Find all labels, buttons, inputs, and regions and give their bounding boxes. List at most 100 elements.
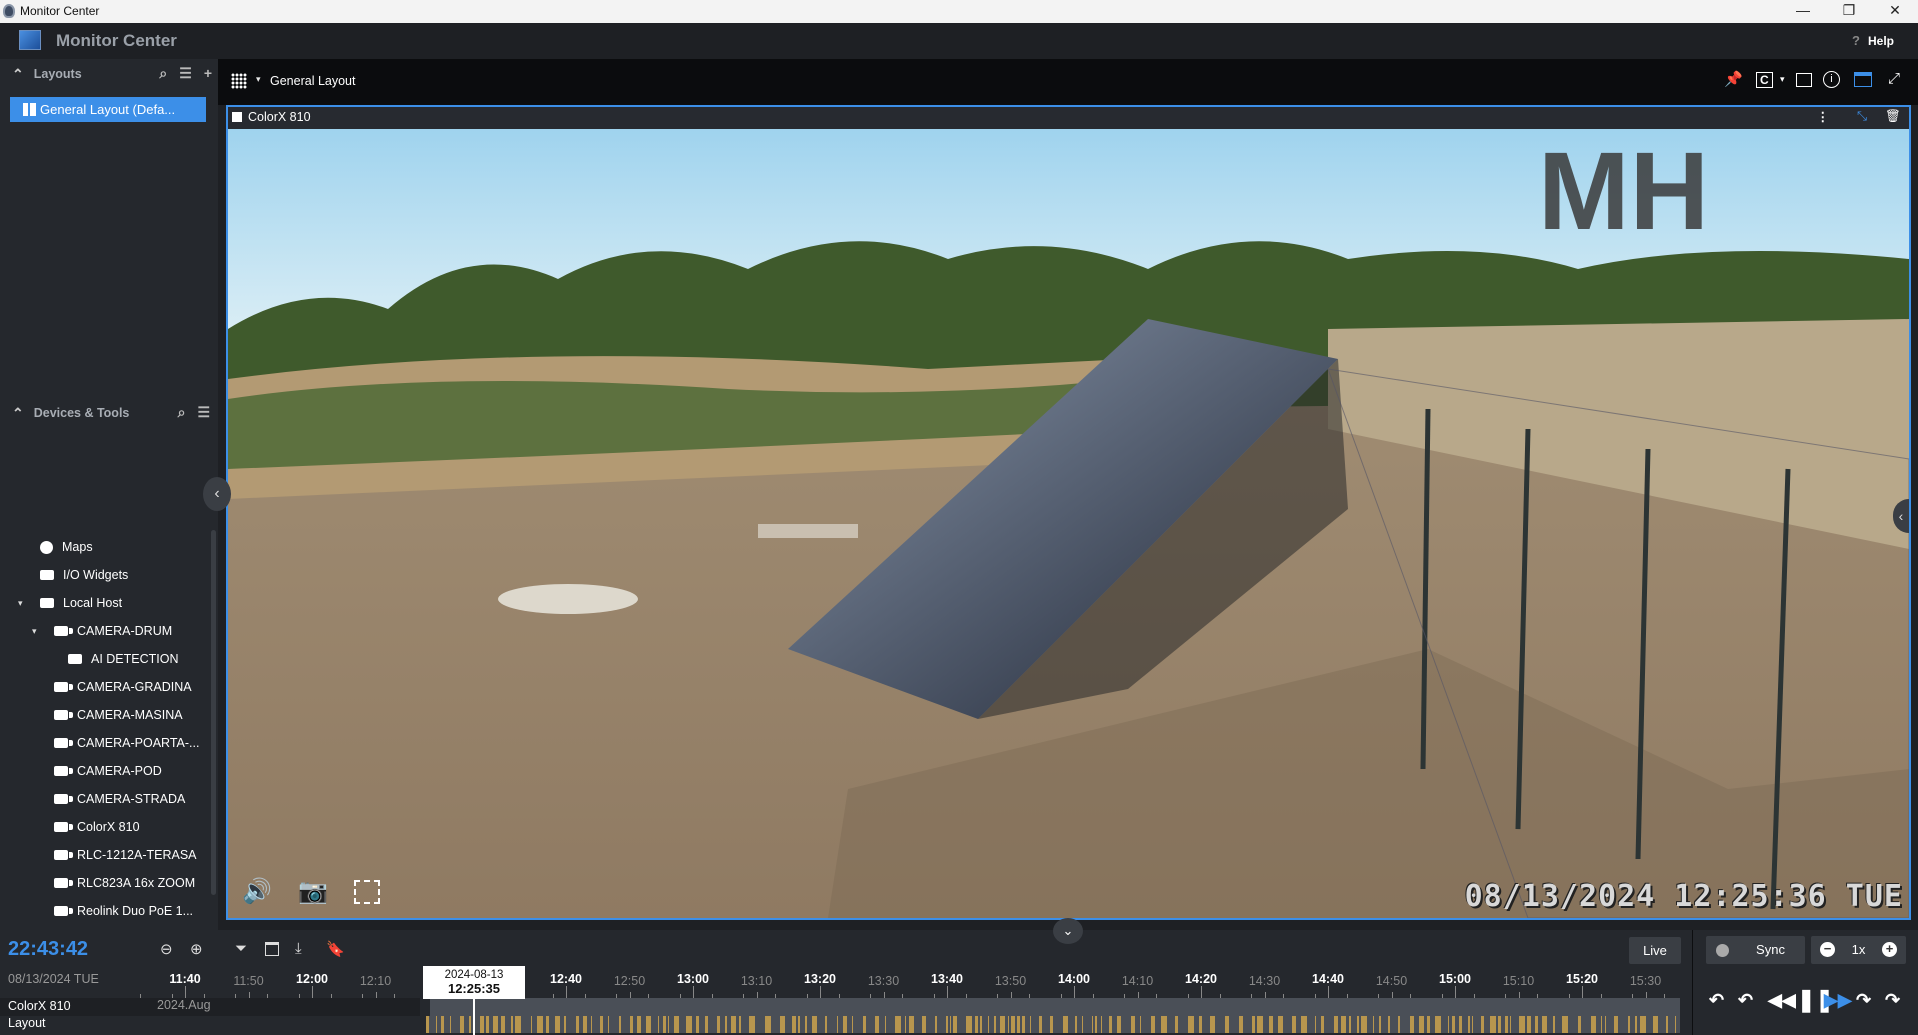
devices-header[interactable]: ⌃ Devices & Tools ⌕ ☰ <box>0 398 218 428</box>
recording-track[interactable] <box>0 1016 1680 1033</box>
device-tree-item[interactable]: ▾ Local Host <box>0 589 210 617</box>
recording-segment <box>1519 1016 1525 1033</box>
collapse-timeline-button[interactable]: ⌄ <box>1053 918 1083 944</box>
recording-segment <box>1635 1016 1637 1033</box>
recording-segment <box>1321 1016 1324 1033</box>
device-tree-item[interactable]: CAMERA-POD <box>0 757 210 785</box>
layout-item-general[interactable]: General Layout (Defa... <box>10 97 206 122</box>
device-tree-item[interactable]: CAMERA-MASINA <box>0 701 210 729</box>
restore-button[interactable]: ❐ <box>1826 0 1872 23</box>
recording-segment <box>909 1016 914 1033</box>
playhead-line[interactable] <box>473 999 475 1035</box>
recording-segment <box>608 1016 609 1033</box>
search-icon[interactable]: ⌕ <box>159 65 167 82</box>
rewind-icon[interactable]: ◀◀ <box>1768 990 1796 1011</box>
timeline-tick-label: 15:10 <box>1502 974 1535 988</box>
timeline-ruler[interactable]: 11:4011:5012:0012:1012:2012:3012:4012:50… <box>0 930 1690 998</box>
device-tree-item[interactable]: AI DETECTION <box>0 645 210 673</box>
help-icon[interactable]: ? <box>1852 33 1860 48</box>
timeline-tick-label: 12:10 <box>359 974 392 988</box>
expand-arrow-icon[interactable]: ▾ <box>32 626 37 637</box>
device-tree-item[interactable]: CAMERA-POARTA-... <box>0 729 210 757</box>
rewind-10-icon[interactable]: ↶ <box>1738 990 1753 1011</box>
camera-video-feed[interactable]: MH 08/13/2024 12:25:36 TUE 🔊 📷 ‹ <box>228 129 1909 918</box>
fit-frame-icon[interactable] <box>1796 73 1812 87</box>
track-label-camera: ColorX 810 <box>8 999 71 1013</box>
device-tree-item[interactable]: Maps <box>0 533 210 561</box>
skip-forward-event-icon[interactable]: ↷ <box>1885 990 1900 1011</box>
grid-layout-icon[interactable] <box>231 73 247 89</box>
timeline-tick <box>1582 986 1583 998</box>
recording-segment <box>1188 1016 1194 1033</box>
more-options-icon[interactable]: ⋮ <box>1817 109 1830 124</box>
recording-segment <box>531 1016 532 1033</box>
add-icon[interactable]: + <box>204 65 212 82</box>
recording-segment <box>798 1016 800 1033</box>
device-tree-label: Reolink Duo PoE 1... <box>77 904 194 918</box>
forward-10-icon[interactable]: ↷ <box>1856 990 1871 1011</box>
sidebar-scrollbar[interactable] <box>211 530 216 895</box>
recording-segment <box>1278 1016 1283 1033</box>
collapse-sidebar-button[interactable]: ‹ <box>203 477 231 511</box>
device-tree-item[interactable]: CAMERA-STRADA <box>0 785 210 813</box>
skip-back-event-icon[interactable]: ↶ <box>1709 990 1724 1011</box>
recording-segment <box>1601 1016 1602 1033</box>
speed-decrease-icon[interactable]: − <box>1820 942 1835 957</box>
volume-icon[interactable]: 🔊 <box>242 877 272 906</box>
close-button[interactable]: ✕ <box>1872 0 1918 23</box>
recording-segment <box>1640 1016 1646 1033</box>
device-tree-item[interactable]: Reolink Duo PoE 1... <box>0 897 210 925</box>
recording-segment <box>1448 1016 1449 1033</box>
window-mode-icon[interactable] <box>1854 72 1872 87</box>
live-button[interactable]: Live <box>1629 937 1681 964</box>
timeline-tick-label: 11:50 <box>233 974 264 988</box>
device-tree-item[interactable]: ColorX 810 <box>0 813 210 841</box>
device-tree-label: CAMERA-MASINA <box>77 708 183 722</box>
expand-arrow-icon[interactable]: ▾ <box>18 598 23 609</box>
recording-segment <box>1498 1016 1501 1033</box>
playhead-date: 2024-08-13 <box>444 969 504 981</box>
chevron-up-icon[interactable]: ⌃ <box>12 405 24 422</box>
timeline-tick-label: 15:20 <box>1566 972 1598 986</box>
chevron-up-icon[interactable]: ⌃ <box>12 66 24 83</box>
dropdown-caret-icon[interactable]: ▾ <box>1780 74 1785 85</box>
speed-value: 1x <box>1851 942 1866 957</box>
layouts-header[interactable]: ⌃ Layouts ⌕ ☰ + <box>0 59 218 89</box>
recording-segment <box>1017 1016 1020 1033</box>
device-tree-label: AI DETECTION <box>91 652 179 666</box>
info-icon[interactable]: i <box>1823 71 1840 88</box>
help-button[interactable]: Help <box>1868 34 1894 48</box>
device-tree-item[interactable]: RLC-1212A-TERASA <box>0 841 210 869</box>
device-tree-item[interactable]: ▾ CAMERA-DRUM <box>0 617 210 645</box>
device-tree-item[interactable]: RLC823A 16x ZOOM <box>0 869 210 897</box>
monitor-center-logo-icon <box>19 30 41 50</box>
stream-quality-icon[interactable]: C <box>1756 72 1773 88</box>
device-tree-item[interactable]: CAMERA-GRADINA <box>0 673 210 701</box>
delete-icon[interactable]: 🗑 <box>1885 109 1901 124</box>
device-tree-item[interactable]: I/O Widgets <box>0 561 210 589</box>
camera-stream-icon <box>232 112 242 122</box>
recording-segment <box>1140 1016 1141 1033</box>
digital-zoom-icon[interactable] <box>354 880 380 904</box>
recording-segment <box>1562 1016 1568 1033</box>
recording-segment <box>739 1016 741 1033</box>
minimize-panel-icon[interactable]: ⤡ <box>1857 109 1867 124</box>
sort-icon[interactable]: ☰ <box>197 404 210 421</box>
speed-increase-icon[interactable]: + <box>1882 942 1897 957</box>
minimize-button[interactable]: — <box>1780 0 1826 23</box>
recording-segment <box>1022 1016 1025 1033</box>
recording-segment <box>1535 1016 1538 1033</box>
sort-icon[interactable]: ☰ <box>179 65 192 82</box>
watermark-logo: MH <box>1538 130 1709 253</box>
layout-icon <box>23 103 36 116</box>
fast-forward-icon[interactable]: ▶▶ <box>1824 990 1852 1011</box>
timeline-tick-label: 12:50 <box>613 974 646 988</box>
snapshot-camera-icon[interactable]: 📷 <box>298 877 328 906</box>
search-icon[interactable]: ⌕ <box>178 404 186 421</box>
recording-segment <box>705 1016 708 1033</box>
pin-icon[interactable]: 📌 <box>1724 70 1743 88</box>
video-panel[interactable]: ColorX 810 ⋮ ⤡ 🗑 MH 08/13/2024 12:25:36 … <box>226 105 1911 920</box>
dropdown-caret-icon[interactable]: ▾ <box>256 74 261 85</box>
fullscreen-icon[interactable]: ⤢ <box>1888 70 1900 87</box>
recording-segment <box>905 1016 906 1033</box>
